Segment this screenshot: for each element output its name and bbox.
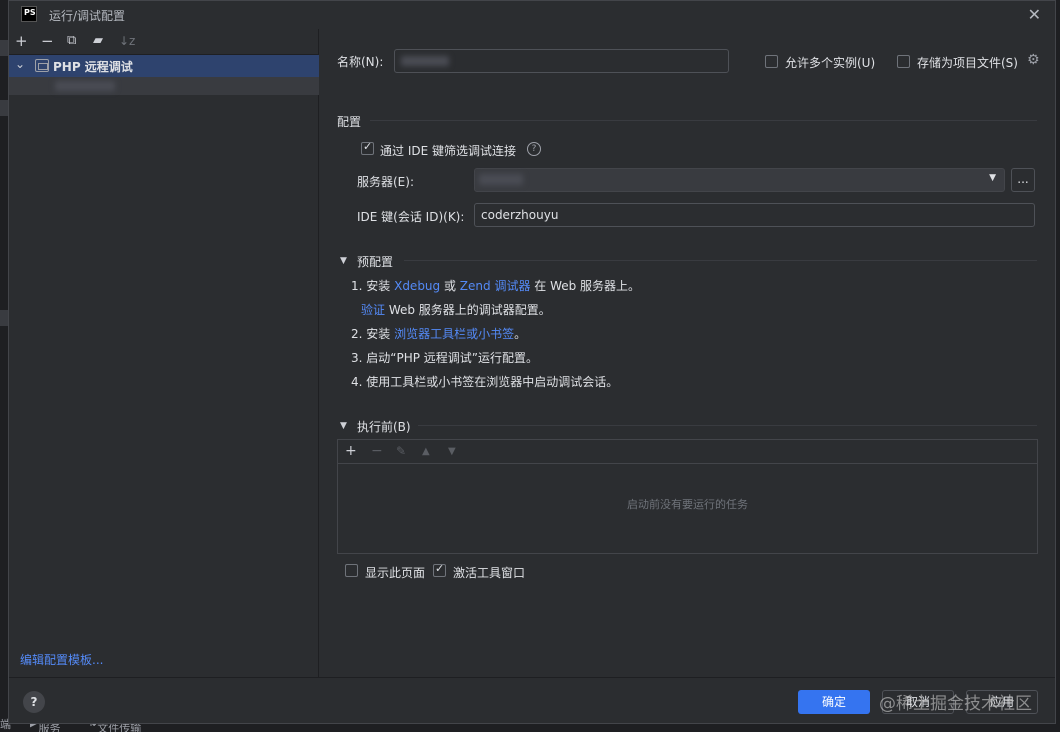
- help-icon[interactable]: ?: [527, 142, 541, 156]
- config-form: 名称(N): 允许多个实例(U) 存储为项目文件(S) ⚙ 配置 通过 IDE …: [320, 29, 1055, 677]
- run-debug-config-dialog: PS 运行/调试配置 ✕ + − ⧉ ▰ ↓z ⌄ PHP 远程调试 编辑配置模…: [8, 0, 1056, 724]
- server-more-button[interactable]: ...: [1011, 168, 1035, 192]
- filter-ide-key-label: 通过 IDE 键筛选调试连接: [380, 144, 516, 158]
- redacted-server-value: [479, 174, 523, 185]
- ide-key-input[interactable]: coderzhouyu: [474, 203, 1035, 227]
- gear-icon[interactable]: ⚙: [1027, 52, 1040, 68]
- activate-tool-window-label: 激活工具窗口: [453, 566, 526, 580]
- ide-strip-marker: [0, 310, 8, 326]
- ide-left-strip: [0, 0, 8, 732]
- allow-multiple-label: 允许多个实例(U): [785, 56, 876, 70]
- filter-ide-key-checkbox[interactable]: [361, 140, 374, 155]
- tree-group-php-remote-debug[interactable]: ⌄ PHP 远程调试: [9, 55, 319, 77]
- task-toolbar: + − ✎ ▲ ▼: [338, 440, 1037, 464]
- new-folder-icon[interactable]: ▰: [93, 33, 103, 48]
- edit-templates-link[interactable]: 编辑配置模板...: [20, 651, 103, 668]
- server-label: 服务器(E):: [357, 175, 414, 189]
- name-label: 名称(N):: [337, 55, 384, 69]
- tree-toolbar: + − ⧉ ▰ ↓z: [9, 29, 319, 55]
- preconfig-step-1: 1. 安装 Xdebug 或 Zend 调试器 在 Web 服务器上。: [351, 279, 641, 293]
- copy-icon[interactable]: ⧉: [67, 33, 76, 48]
- php-remote-debug-icon: [35, 59, 49, 72]
- remove-task-icon[interactable]: −: [371, 443, 383, 459]
- redacted-config-name: [55, 81, 115, 91]
- tree-item-config[interactable]: [9, 77, 319, 95]
- show-page-label: 显示此页面: [365, 566, 426, 580]
- preconfig-step-1b: 验证 Web 服务器上的调试器配置。: [361, 303, 551, 317]
- collapse-triangle-icon[interactable]: ▼: [340, 256, 347, 266]
- sort-icon[interactable]: ↓z: [119, 34, 135, 48]
- section-divider: [418, 425, 1037, 426]
- ide-key-label: IDE 键(会话 ID)(K):: [357, 210, 465, 224]
- browser-toolbar-link[interactable]: 浏览器工具栏或小书签: [394, 327, 514, 341]
- zend-debugger-link[interactable]: Zend 调试器: [460, 279, 531, 293]
- server-select[interactable]: ▼: [474, 168, 1005, 192]
- dialog-title: 运行/调试配置: [49, 9, 126, 23]
- activate-tool-window-checkbox[interactable]: [433, 562, 446, 577]
- preconfig-step-4: 4. 使用工具栏或小书签在浏览器中启动调试会话。: [351, 375, 619, 389]
- dialog-footer: ? 确定 取消 应用 @稀土掘金技术社区: [9, 677, 1055, 723]
- ide-strip-marker: [0, 40, 8, 56]
- xdebug-link[interactable]: Xdebug: [394, 279, 440, 293]
- edit-task-icon[interactable]: ✎: [396, 444, 406, 458]
- chevron-down-icon[interactable]: ⌄: [15, 57, 25, 71]
- collapse-triangle-icon[interactable]: ▼: [340, 421, 347, 431]
- preconfig-step-3: 3. 启动“PHP 远程调试”运行配置。: [351, 351, 539, 365]
- move-up-icon[interactable]: ▲: [422, 446, 430, 457]
- preconfig-title: 预配置: [357, 255, 394, 269]
- redacted-name-value: [401, 56, 449, 66]
- validate-link[interactable]: 验证: [361, 303, 385, 317]
- help-button[interactable]: ?: [23, 691, 45, 713]
- store-as-file-checkbox[interactable]: [897, 55, 910, 68]
- ok-button[interactable]: 确定: [798, 690, 870, 714]
- dropdown-arrow-icon: ▼: [989, 173, 996, 183]
- watermark: @稀土掘金技术社区: [879, 694, 1032, 714]
- store-as-file-label: 存储为项目文件(S): [917, 56, 1018, 70]
- section-divider: [370, 120, 1037, 121]
- dialog-titlebar: PS 运行/调试配置 ✕: [9, 1, 1055, 29]
- ide-right-strip: [1056, 0, 1060, 732]
- tree-group-label: PHP 远程调试: [53, 60, 133, 74]
- config-tree-panel: + − ⧉ ▰ ↓z ⌄ PHP 远程调试 编辑配置模板...: [9, 29, 319, 677]
- minus-icon[interactable]: −: [41, 32, 54, 50]
- config-section-title: 配置: [337, 115, 362, 129]
- before-launch-task-list: + − ✎ ▲ ▼ 启动前没有要运行的任务: [337, 439, 1038, 554]
- before-launch-title: 执行前(B): [357, 420, 411, 434]
- preconfig-step-2: 2. 安装 浏览器工具栏或小书签。: [351, 327, 527, 341]
- plus-icon[interactable]: +: [15, 32, 28, 50]
- allow-multiple-checkbox[interactable]: [765, 55, 778, 68]
- show-page-checkbox[interactable]: [345, 564, 358, 577]
- section-divider: [404, 260, 1037, 261]
- close-icon[interactable]: ✕: [1028, 5, 1041, 24]
- move-down-icon[interactable]: ▼: [448, 446, 456, 457]
- empty-task-text: 启动前没有要运行的任务: [627, 498, 748, 511]
- ide-strip-marker: [0, 100, 8, 116]
- phpstorm-logo-icon: PS: [21, 6, 37, 22]
- add-task-icon[interactable]: +: [345, 443, 357, 459]
- name-input[interactable]: [394, 49, 729, 73]
